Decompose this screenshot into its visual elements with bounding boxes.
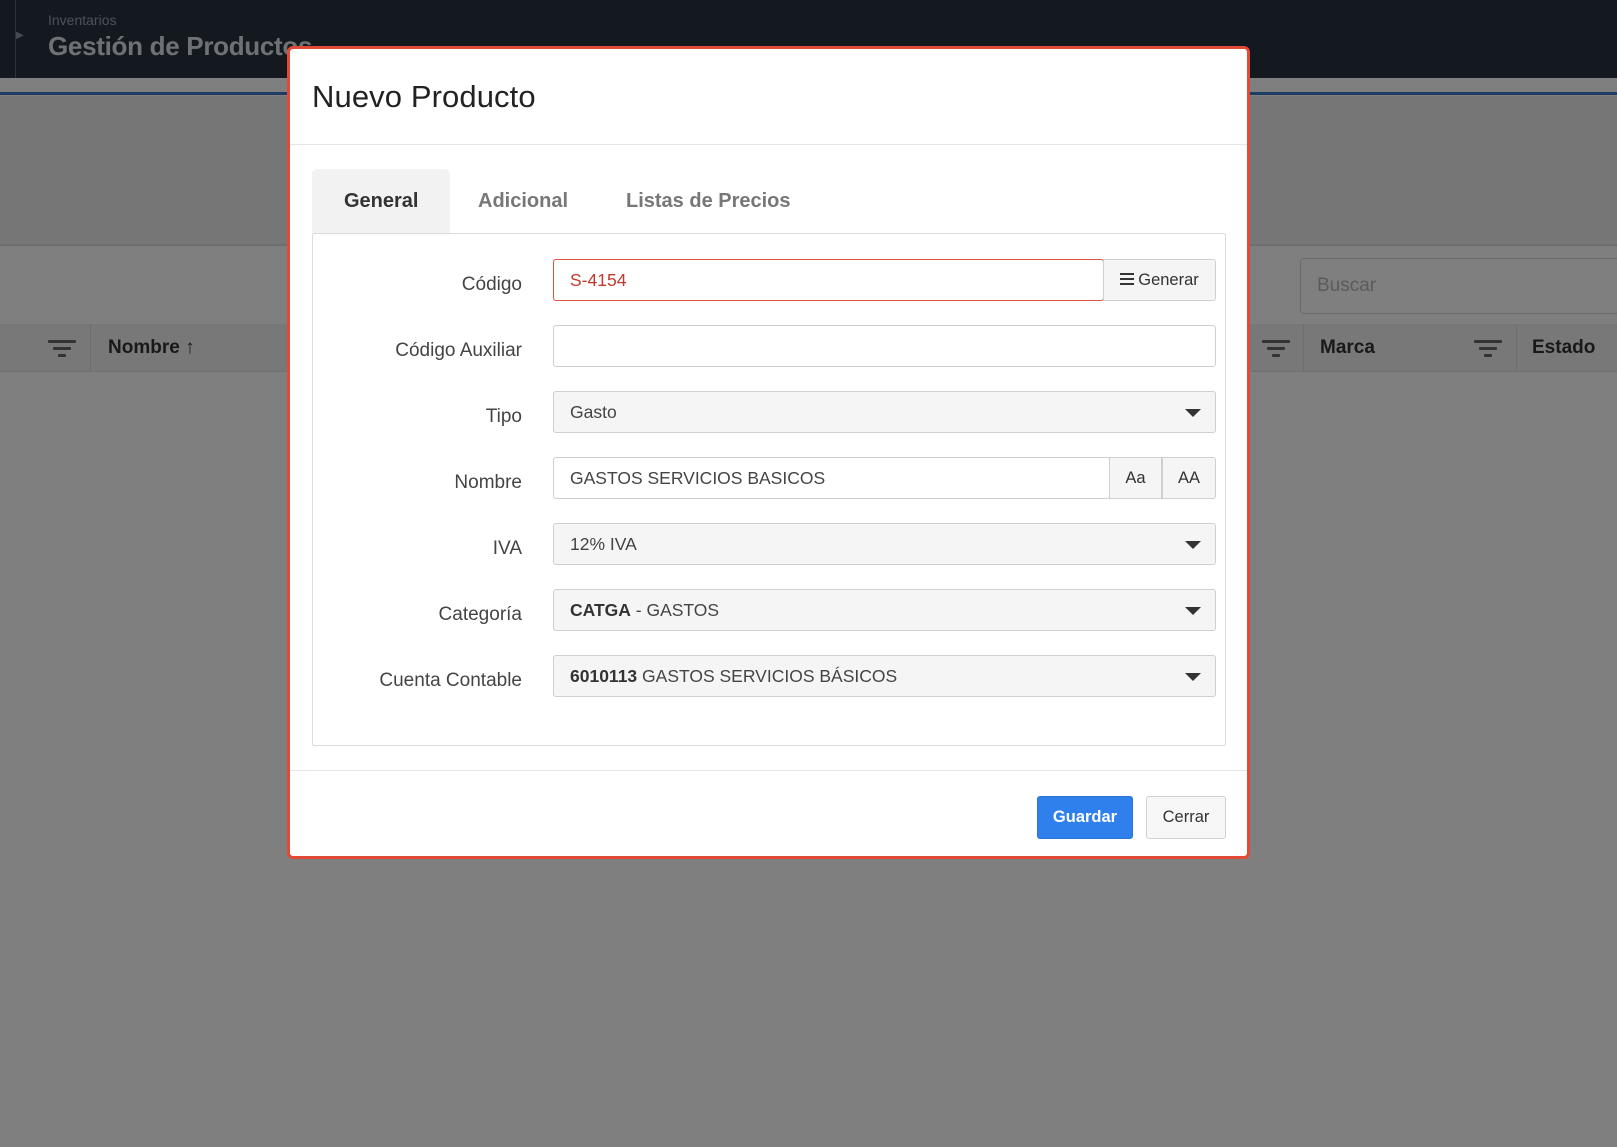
tab-adicional[interactable]: Adicional [446, 169, 600, 233]
generate-code-button[interactable]: Generar [1103, 259, 1216, 301]
categoria-name: - GASTOS [630, 600, 720, 620]
caret-down-icon [1185, 673, 1201, 681]
general-tab-panel: Código S-4154 Generar Código Auxiliar Ti… [312, 233, 1226, 746]
modal-footer-divider [290, 770, 1247, 771]
cuenta-contable-label: Cuenta Contable [379, 670, 522, 691]
codigo-label: Código [461, 274, 522, 295]
list-icon [1120, 272, 1135, 285]
cuenta-contable-select[interactable]: 6010113 GASTOS SERVICIOS BÁSICOS [553, 655, 1216, 697]
modal-title: Nuevo Producto [312, 79, 536, 114]
tipo-select-value: Gasto [570, 402, 617, 422]
new-product-modal: Nuevo Producto General Adicional Listas … [287, 46, 1250, 859]
modal-header: Nuevo Producto [290, 49, 1247, 145]
cuenta-contable-name: GASTOS SERVICIOS BÁSICOS [637, 666, 898, 686]
upper-case-button[interactable]: AA [1162, 457, 1216, 499]
nombre-input[interactable]: GASTOS SERVICIOS BASICOS [553, 457, 1110, 499]
codigo-auxiliar-label: Código Auxiliar [395, 340, 522, 361]
tab-general[interactable]: General [312, 169, 451, 233]
nombre-label: Nombre [454, 472, 522, 493]
codigo-auxiliar-input[interactable] [553, 325, 1216, 367]
iva-select[interactable]: 12% IVA [553, 523, 1216, 565]
caret-down-icon [1185, 541, 1201, 549]
caret-down-icon [1185, 607, 1201, 615]
categoria-label: Categoría [438, 604, 522, 625]
generate-code-button-label: Generar [1138, 271, 1199, 289]
iva-label: IVA [492, 538, 522, 559]
iva-select-value: 12% IVA [570, 534, 637, 554]
tipo-select[interactable]: Gasto [553, 391, 1216, 433]
close-button[interactable]: Cerrar [1146, 796, 1226, 839]
categoria-select[interactable]: CATGA - GASTOS [553, 589, 1216, 631]
title-case-button[interactable]: Aa [1109, 457, 1162, 499]
cuenta-contable-code: 6010113 [570, 666, 638, 686]
categoria-code: CATGA [570, 600, 631, 620]
codigo-input[interactable]: S-4154 [553, 259, 1104, 301]
save-button[interactable]: Guardar [1037, 796, 1133, 839]
tab-listas-de-precios[interactable]: Listas de Precios [594, 169, 823, 233]
caret-down-icon [1185, 409, 1201, 417]
tipo-label: Tipo [485, 406, 522, 427]
